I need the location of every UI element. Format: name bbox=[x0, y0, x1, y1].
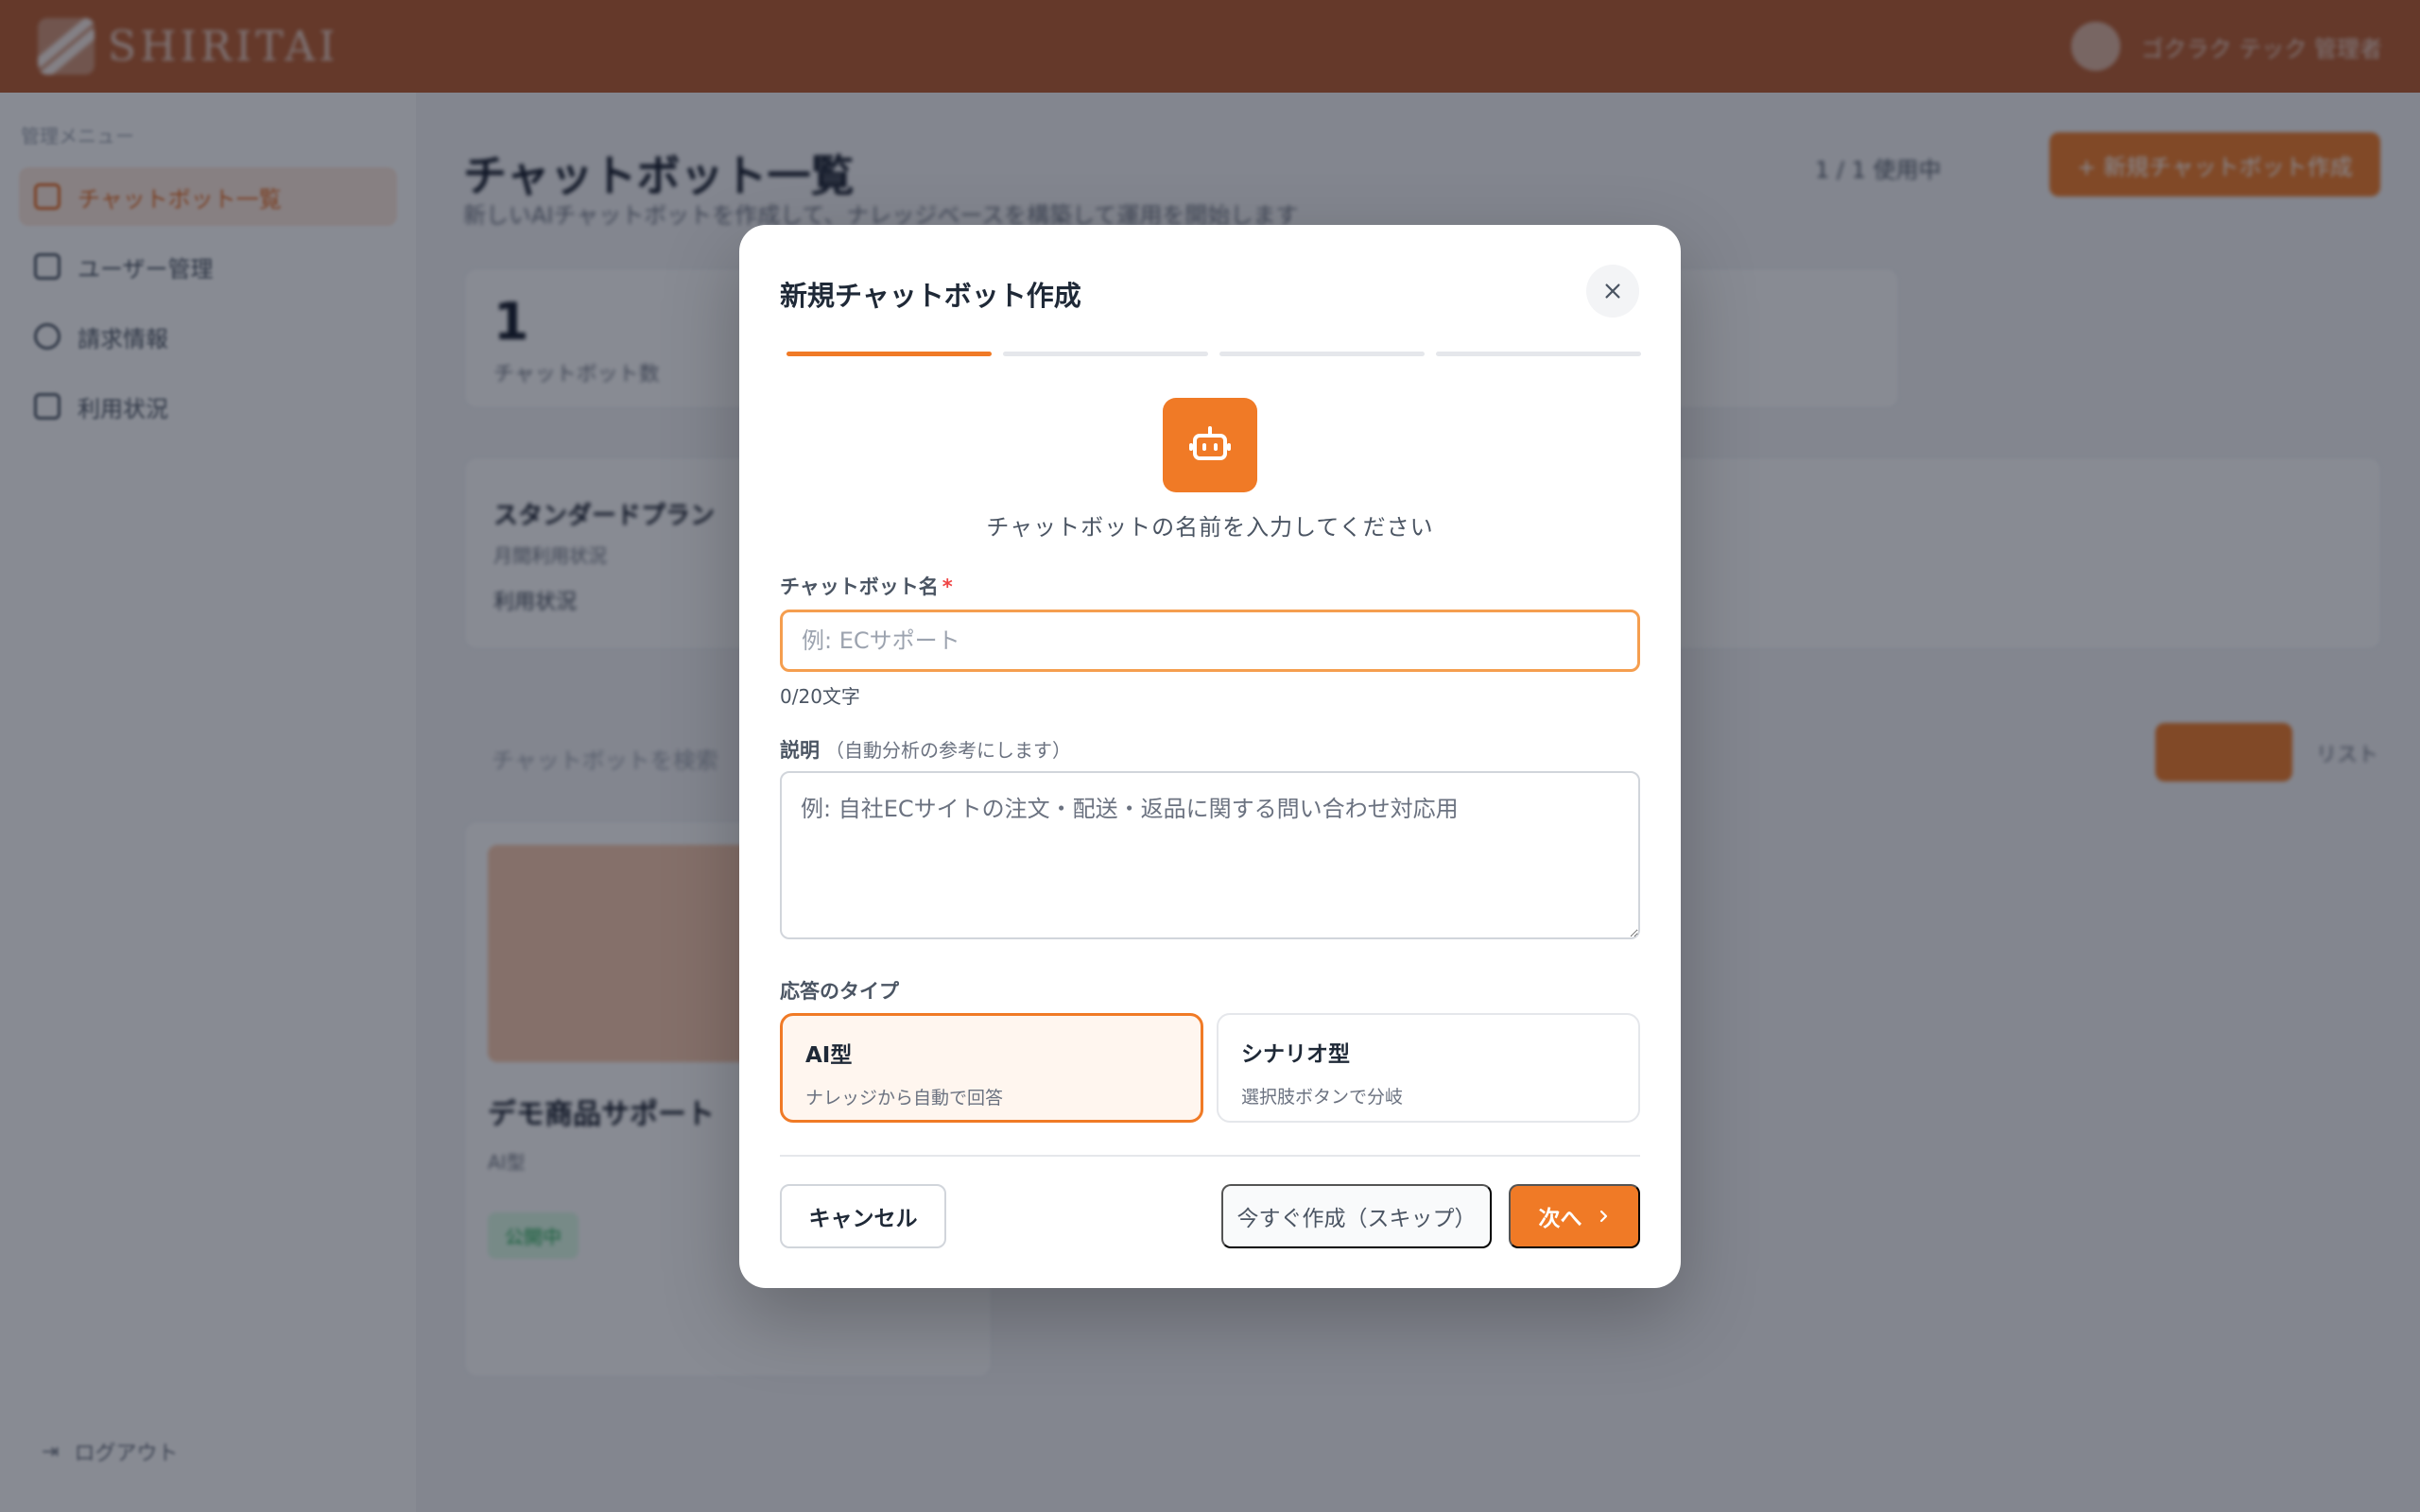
step-progress bbox=[786, 352, 1641, 357]
type-option-ai[interactable]: AI型 ナレッジから自動で回答 bbox=[780, 1013, 1203, 1123]
type-option-desc: 選択肢ボタンで分岐 bbox=[1241, 1087, 1404, 1108]
close-icon bbox=[1605, 284, 1620, 299]
type-option-scenario[interactable]: シナリオ型 選択肢ボタンで分岐 bbox=[1217, 1013, 1640, 1123]
response-type-label: 応答のタイプ bbox=[780, 980, 899, 1003]
chatbot-name-input[interactable] bbox=[780, 610, 1640, 672]
description-textarea[interactable] bbox=[780, 771, 1640, 939]
chatbot-name-label-text: チャットボット名 bbox=[780, 576, 939, 598]
type-option-desc: ナレッジから自動で回答 bbox=[805, 1088, 1004, 1108]
description-label-text: 説明 bbox=[780, 739, 820, 762]
required-mark: * bbox=[942, 576, 953, 598]
step-indicator-3 bbox=[1219, 352, 1425, 356]
next-button-label: 次へ bbox=[1538, 1207, 1582, 1231]
step-instruction: チャットボットの名前を入力してください bbox=[986, 514, 1434, 541]
modal-title: 新規チャットボット作成 bbox=[780, 280, 1081, 312]
description-label: 説明 （自動分析の参考にします） bbox=[780, 735, 1071, 764]
skip-create-button[interactable]: 今すぐ作成（スキップ） bbox=[1221, 1184, 1492, 1248]
step-indicator-2 bbox=[1003, 352, 1208, 356]
description-sublabel: （自動分析の参考にします） bbox=[825, 739, 1071, 762]
create-chatbot-modal: 新規チャットボット作成 チャットボットの名前を入力してください チャットボット名… bbox=[739, 225, 1681, 1288]
type-option-title: AI型 bbox=[805, 1043, 853, 1068]
robot-icon bbox=[1189, 426, 1231, 460]
cancel-button[interactable]: キャンセル bbox=[780, 1184, 946, 1248]
type-option-title: シナリオ型 bbox=[1241, 1042, 1350, 1067]
close-button[interactable] bbox=[1586, 265, 1639, 318]
step-indicator-1 bbox=[786, 352, 992, 356]
chevron-right-icon bbox=[1599, 1210, 1607, 1223]
robot-icon-badge bbox=[1163, 398, 1257, 492]
chatbot-name-label: チャットボット名 * bbox=[780, 572, 953, 600]
footer-divider bbox=[780, 1155, 1640, 1157]
next-button[interactable]: 次へ bbox=[1509, 1184, 1640, 1248]
char-counter: 0/20文字 bbox=[780, 685, 860, 708]
step-indicator-4 bbox=[1436, 352, 1641, 356]
